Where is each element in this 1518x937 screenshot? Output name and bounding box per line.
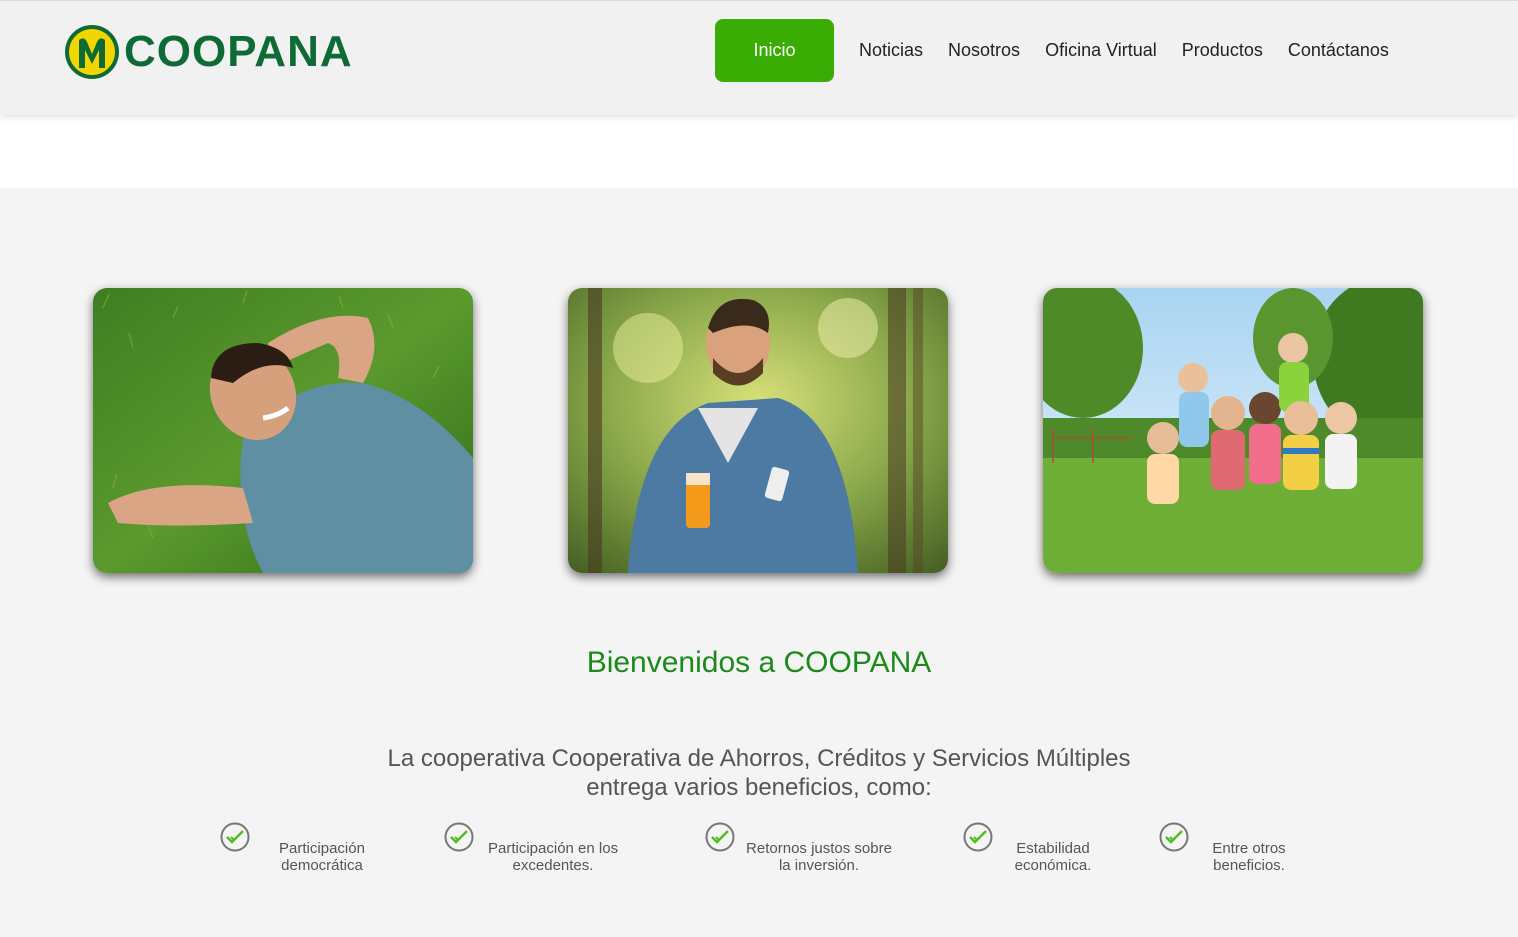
children-in-park-photo [1043,288,1423,573]
nav-link-noticias[interactable]: Noticias [859,40,923,61]
benefit-line-2: excedentes. [512,857,594,874]
brand-logo[interactable]: COOPANA [64,23,353,81]
benefit-line-1: Retornos justos sobre [746,840,892,857]
nav-link-productos[interactable]: Productos [1182,40,1263,61]
check-circle-icon [705,822,735,852]
nav-link-nosotros[interactable]: Nosotros [948,40,1020,61]
main-nav: Inicio Noticias Nosotros Oficina Virtual… [715,18,1414,82]
check-circle-icon [963,822,993,852]
check-circle-icon [1159,822,1189,852]
benefit-line-2: económica. [1014,857,1092,874]
site-header: COOPANA Inicio Noticias Nosotros Oficina… [0,0,1518,115]
intro-text: La cooperativa Cooperativa de Ahorros, C… [300,744,1218,802]
benefit-line-2: beneficios. [1213,857,1285,874]
check-circle-icon [444,822,474,852]
man-with-phone-and-juice-photo [568,288,948,573]
intro-line-1: La cooperativa Cooperativa de Ahorros, C… [387,745,1131,772]
nav-inicio-button[interactable]: Inicio [715,18,834,82]
benefit-line-1: Participación en los [488,840,619,857]
coopana-logo-icon [65,25,119,79]
man-lying-on-grass-photo [93,288,473,573]
nav-link-contactanos[interactable]: Contáctanos [1288,40,1389,61]
check-circle-icon [220,822,250,852]
benefit-line-2: democrática [281,857,363,874]
benefit-line-1: Estabilidad [1016,840,1090,857]
brand-name: COOPANA [124,27,353,76]
nav-link-oficina-virtual[interactable]: Oficina Virtual [1045,40,1157,61]
benefit-line-1: Entre otros [1212,840,1286,857]
welcome-heading: Bienvenidos a COOPANA [586,646,932,679]
header-spacer [0,115,1518,188]
benefit-line-1: Participación [279,840,365,857]
intro-line-2: entrega varios beneficios, como: [586,774,932,801]
benefit-line-2: la inversión. [778,857,860,874]
